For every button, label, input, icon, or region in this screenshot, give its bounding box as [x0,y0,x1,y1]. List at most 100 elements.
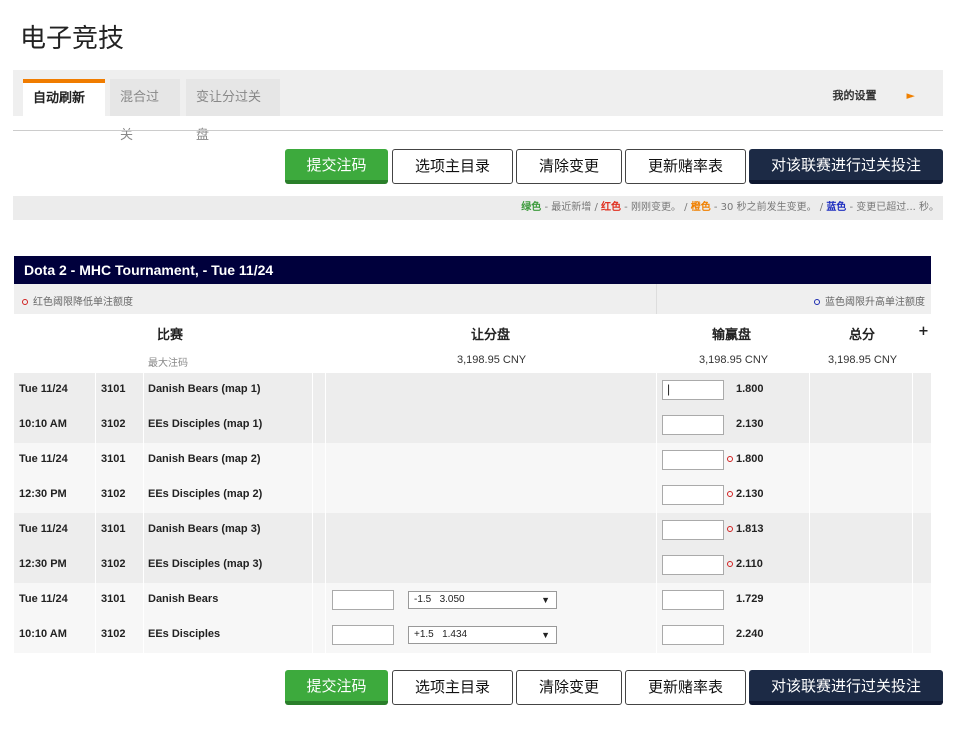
moneyline-stake-input[interactable] [662,555,724,575]
moneyline-odds[interactable]: 1.813 [727,513,764,546]
table-row: Tue 11/24 3101 Danish Bears (map 3) 1.813 [14,513,931,548]
col-divider [143,618,144,653]
limit-notes: 红色阈限降低单注额度 蓝色阈限升高单注额度 [14,284,931,314]
match-time: 10:10 AM [19,418,67,430]
match-time: Tue 11/24 [19,523,68,535]
max-bet-handicap: 3,198.95 CNY [457,354,527,366]
moneyline-stake-input[interactable] [662,415,724,435]
odds-value: 2.130 [736,418,764,430]
moneyline-odds[interactable]: 2.130 [727,478,764,511]
col-divider [912,373,913,408]
col-divider [143,513,144,548]
tab-mixed-parlay[interactable]: 混合过关 [110,79,180,143]
col-divider [312,478,313,513]
red-circle-icon [22,299,28,305]
team-name: Danish Bears (map 3) [148,523,261,535]
color-legend: 绿色 - 最近新增 / 红色 - 刚刚变更。 / 橙色 - 30 秒之前发生变更… [13,196,943,220]
col-divider [95,513,96,548]
league-parlay-button[interactable]: 对该联赛进行过关投注 [749,670,943,705]
team-name: EEs Disciples [148,628,221,640]
legend-red: 红色 [601,202,621,213]
red-change-icon [727,561,733,568]
submit-bets-button[interactable]: 提交注码 [285,670,388,705]
legend-red-text: - 刚刚变更。 / [621,202,691,213]
col-divider [325,443,326,478]
col-divider [656,373,657,408]
col-divider [95,443,96,478]
my-settings-link[interactable]: 我的设置 ► [833,87,915,103]
refresh-odds-button[interactable]: 更新赌率表 [625,670,746,705]
team-name: Danish Bears (map 1) [148,383,261,395]
odds-value: 2.110 [736,558,763,570]
col-divider [809,583,810,618]
button-row-bottom: 提交注码 选项主目录 清除变更 更新赌率表 对该联赛进行过关投注 [285,670,945,708]
col-divider [912,513,913,548]
moneyline-odds[interactable]: 1.800 [727,373,764,406]
moneyline-stake-input[interactable] [662,625,724,645]
moneyline-odds[interactable]: 2.130 [727,408,764,441]
col-divider [312,443,313,478]
moneyline-stake-input[interactable] [662,450,724,470]
odds-value: 1.800 [736,453,764,465]
league-parlay-button[interactable]: 对该联赛进行过关投注 [749,149,943,184]
match-time: 12:30 PM [19,558,67,570]
col-divider [325,583,326,618]
match-code: 3101 [101,383,126,395]
col-divider [143,373,144,408]
legend-blue-text: - 变更已超过... 秒。 [846,202,939,213]
table-row: 12:30 PM 3102 EEs Disciples (map 3) 2.110 [14,548,931,583]
main-menu-button[interactable]: 选项主目录 [392,149,513,184]
team-name: EEs Disciples (map 2) [148,488,263,500]
moneyline-stake-input[interactable] [662,590,724,610]
col-header-handicap: 让分盘 [471,328,511,343]
clear-changes-button[interactable]: 清除变更 [516,149,622,184]
col-divider [809,443,810,478]
col-divider [143,548,144,583]
col-divider [325,618,326,653]
moneyline-stake-input[interactable] [662,485,724,505]
match-code: 3101 [101,523,126,535]
moneyline-odds[interactable]: 2.240 [727,618,764,651]
submit-bets-button[interactable]: 提交注码 [285,149,388,184]
tab-auto-refresh[interactable]: 自动刷新 [23,79,105,116]
col-divider [143,443,144,478]
moneyline-odds[interactable]: 2.110 [727,548,763,581]
col-divider [325,513,326,548]
blue-limit-note: 蓝色阈限升高单注额度 [814,293,925,308]
moneyline-stake-input[interactable]: | [662,380,724,400]
team-name: EEs Disciples (map 3) [148,558,263,570]
col-divider [912,548,913,583]
expand-plus-icon[interactable]: + [918,324,929,339]
handicap-line-select[interactable]: -1.5 3.050 ▼ [408,591,557,609]
col-divider [656,583,657,618]
divider [13,130,943,131]
legend-orange-text: - 30 秒之前发生变更。 / [710,202,827,213]
col-header-match: 比赛 [157,328,184,343]
handicap-stake-input[interactable] [332,590,394,610]
main-menu-button[interactable]: 选项主目录 [392,670,513,705]
table-row: 10:10 AM 3102 EEs Disciples (map 1) 2.130 [14,408,931,443]
col-divider [325,373,326,408]
col-divider [95,583,96,618]
odds-value: 1.813 [736,523,764,535]
moneyline-stake-input[interactable] [662,520,724,540]
col-divider [95,373,96,408]
team-name: Danish Bears [148,593,219,605]
match-time: Tue 11/24 [19,383,68,395]
col-divider [312,583,313,618]
col-divider [312,513,313,548]
tab-handicap-parlay[interactable]: 变让分过关盘 [186,79,280,143]
col-divider [143,478,144,513]
refresh-odds-button[interactable]: 更新赌率表 [625,149,746,184]
col-divider [325,548,326,583]
red-limit-text: 红色阈限降低单注额度 [33,297,133,308]
moneyline-odds[interactable]: 1.800 [727,443,764,476]
input-caret: | [667,382,671,396]
moneyline-odds[interactable]: 1.729 [727,583,764,616]
handicap-line-select[interactable]: +1.5 1.434 ▼ [408,626,557,644]
handicap-stake-input[interactable] [332,625,394,645]
col-divider [809,408,810,443]
match-code: 3101 [101,593,126,605]
clear-changes-button[interactable]: 清除变更 [516,670,622,705]
odds-value: 2.240 [736,628,764,640]
